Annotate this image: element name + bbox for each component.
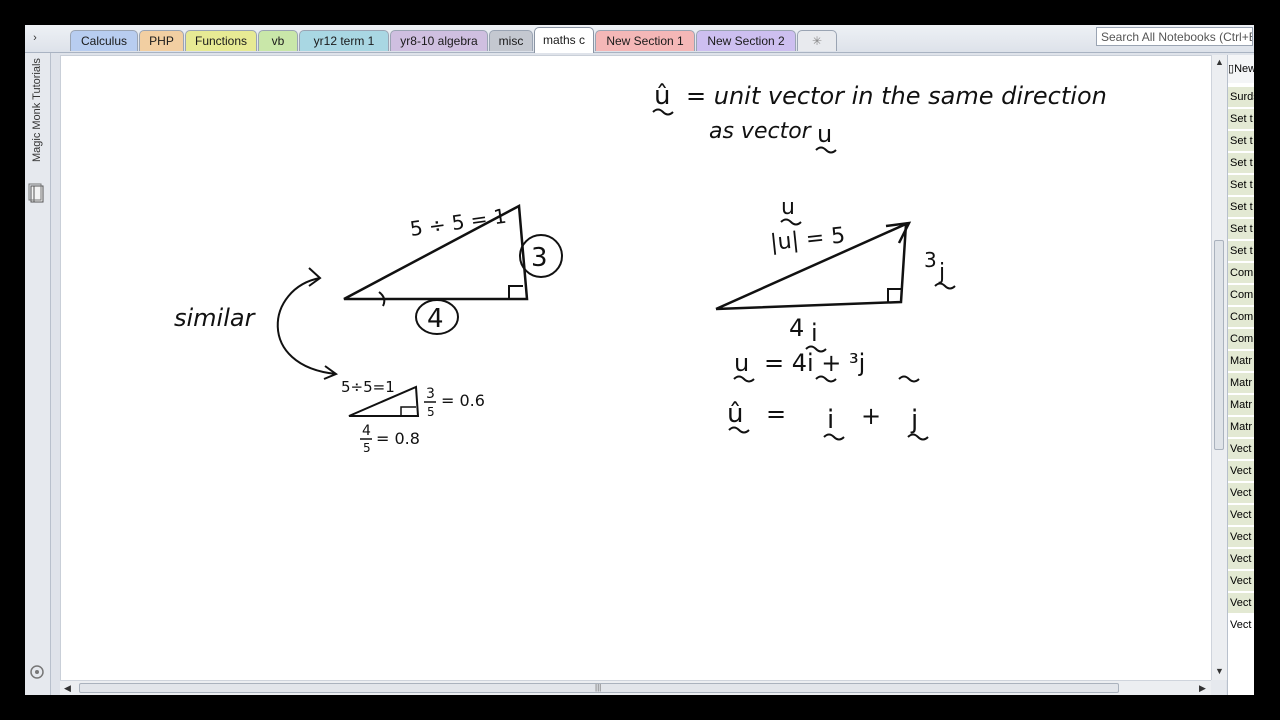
vector-u-label: u — [817, 120, 832, 148]
page-tab-item[interactable]: Vect — [1228, 504, 1254, 525]
page-tab-item[interactable]: Set t — [1228, 240, 1254, 261]
fraction-3-numerator: 3 — [426, 386, 435, 402]
page-tab-item[interactable]: Matr — [1228, 350, 1254, 371]
svg-text:= 4i + ³j: = 4i + ³j — [764, 349, 865, 377]
unit-vector-definition: û = unit vector in the same direction as… — [652, 81, 1107, 154]
fraction-3-denominator: 5 — [427, 405, 435, 419]
svg-text:=: = — [766, 400, 786, 428]
page-tab-item[interactable]: Surds — [1228, 86, 1254, 107]
similar-arrow — [276, 277, 337, 375]
section-tab-strip: › Calculus PHP Functions vb yr12 term 1 … — [25, 25, 1254, 53]
big-adjacent-label: 4 — [427, 304, 444, 334]
large-triangle: 5 ÷ 5 = 1 3 4 — [343, 204, 563, 335]
navigation-bar: Magic Monk Tutorials — [25, 53, 51, 695]
page-tab-item[interactable]: Vect — [1228, 548, 1254, 569]
tab-misc[interactable]: misc — [489, 30, 533, 51]
new-page-button[interactable]: ▯New Page — [1228, 55, 1254, 83]
big-opposite-label: 3 — [531, 243, 548, 273]
similar-label: similar — [174, 304, 257, 332]
page-tab-item[interactable]: Com — [1228, 328, 1254, 349]
definition-line-1: = unit vector in the same direction — [686, 82, 1107, 110]
scroll-down-icon[interactable]: ▼ — [1213, 665, 1226, 678]
side-4-label: 4 — [789, 314, 804, 342]
scroll-corner — [1211, 680, 1226, 695]
notebook-settings-icon[interactable] — [28, 663, 46, 681]
page-tab-item[interactable]: Vect — [1228, 460, 1254, 481]
svg-text:u: u — [734, 349, 749, 377]
svg-text:+: + — [861, 402, 881, 430]
vertical-scrollbar[interactable]: ▲ ▼ — [1211, 55, 1227, 680]
small-triangle: 5÷5=1 3 5 = 0.6 4 5 = 0.8 — [341, 378, 485, 455]
page-tab-item[interactable]: Set t — [1228, 196, 1254, 217]
collapse-navigation-icon[interactable]: › — [27, 28, 43, 48]
vector-triangle: u |u| = 5 3 j 4 i — [715, 195, 956, 353]
notebook-label[interactable]: Magic Monk Tutorials — [28, 58, 46, 162]
vector-u-top-label: u — [781, 195, 795, 220]
page-tab-item[interactable]: Set t — [1228, 174, 1254, 195]
page-tab-item[interactable]: Com — [1228, 262, 1254, 283]
page-tab-item[interactable]: Set t — [1228, 130, 1254, 151]
vector-equation-2: û = i + j — [727, 399, 929, 441]
page-tab-item[interactable]: Vect — [1228, 592, 1254, 613]
tab-vb[interactable]: vb — [258, 30, 298, 51]
vector-equation-1: u = 4i + ³j — [733, 349, 920, 383]
definition-line-2: as vector — [709, 119, 813, 144]
tab-calculus[interactable]: Calculus — [70, 30, 138, 51]
tab-new-section-2[interactable]: New Section 2 — [696, 30, 796, 51]
page-tab-item[interactable]: Set t — [1228, 152, 1254, 173]
page-tab-item[interactable]: Matr — [1228, 372, 1254, 393]
side-j-label: j — [938, 260, 945, 285]
page-tab-item[interactable]: Com — [1228, 306, 1254, 327]
scroll-right-icon[interactable]: ▶ — [1196, 682, 1209, 695]
page-tabs-list: ▯New Page Surds Set t Set t Set t Set t … — [1227, 55, 1254, 695]
notebook-icon[interactable] — [28, 183, 46, 205]
note-page[interactable]: û = unit vector in the same direction as… — [60, 55, 1212, 681]
page-tab-item[interactable]: Matr — [1228, 416, 1254, 437]
svg-text:û: û — [727, 399, 743, 429]
fraction-4-numerator: 4 — [362, 423, 371, 439]
plus-tab-icon[interactable]: ✳ — [797, 30, 837, 51]
tab-yr12-term-1[interactable]: yr12 term 1 — [299, 30, 389, 51]
page-tab-item[interactable]: Com — [1228, 284, 1254, 305]
search-input[interactable]: Search All Notebooks (Ctrl+E) — [1096, 27, 1253, 46]
magnitude-label: |u| = 5 — [769, 223, 846, 256]
horizontal-scroll-thumb[interactable]: ||| — [79, 683, 1119, 693]
tab-new-section-1[interactable]: New Section 1 — [595, 30, 695, 51]
page-tab-item[interactable]: Vect — [1228, 526, 1254, 547]
svg-text:j: j — [910, 405, 918, 435]
small-hypotenuse-label: 5÷5=1 — [341, 378, 395, 396]
handwritten-ink-canvas: û = unit vector in the same direction as… — [174, 81, 1107, 455]
tab-functions[interactable]: Functions — [185, 30, 257, 51]
page-tab-item[interactable]: Matr — [1228, 394, 1254, 415]
onenote-window: › Calculus PHP Functions vb yr12 term 1 … — [25, 25, 1254, 695]
page-tab-item[interactable]: Vect — [1228, 482, 1254, 503]
big-hypotenuse-label: 5 ÷ 5 = 1 — [408, 204, 508, 241]
tilde-mark — [780, 218, 802, 226]
page-tab-item[interactable]: Set t — [1228, 218, 1254, 239]
svg-text:i: i — [827, 405, 834, 435]
side-3-label: 3 — [924, 248, 937, 272]
horizontal-scrollbar[interactable]: ◀ ||| ▶ — [60, 680, 1211, 695]
grip-icon: ||| — [595, 683, 602, 692]
page-tab-item[interactable]: Set t — [1228, 108, 1254, 129]
u-hat-symbol: û — [654, 81, 670, 111]
tilde-mark — [815, 146, 837, 154]
page-tab-item[interactable]: Vect — [1228, 570, 1254, 591]
small-adjacent-label: = 0.8 — [376, 429, 420, 448]
page-tab-item[interactable]: Vect — [1228, 438, 1254, 459]
fraction-4-denominator: 5 — [363, 441, 371, 455]
tab-yr8-10-algebra[interactable]: yr8-10 algebra — [390, 30, 488, 51]
scroll-left-icon[interactable]: ◀ — [61, 682, 74, 695]
tab-maths-c[interactable]: maths c — [534, 27, 594, 53]
page-tab-item-selected[interactable]: Vect — [1228, 614, 1254, 635]
vertical-scroll-thumb[interactable] — [1214, 240, 1224, 450]
scroll-up-icon[interactable]: ▲ — [1213, 56, 1226, 69]
side-i-label: i — [811, 319, 818, 347]
tab-php[interactable]: PHP — [139, 30, 184, 51]
small-opposite-label: = 0.6 — [441, 391, 485, 410]
